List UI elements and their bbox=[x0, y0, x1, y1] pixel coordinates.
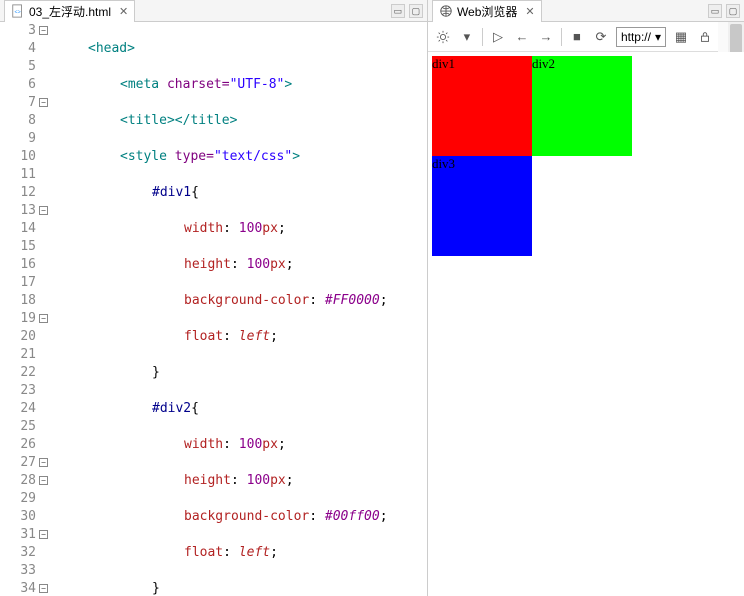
browser-tab-bar: Web浏览器 ✕ ▭ ▢ bbox=[428, 0, 744, 22]
fold-icon[interactable]: − bbox=[39, 314, 48, 323]
browser-viewport: div1 div2 div3 bbox=[428, 52, 744, 596]
grid-icon[interactable]: ▦ bbox=[672, 28, 690, 46]
line-number-gutter: 3− 4 5 6 7− 8 9 10 11 12 13− 14 15 16 17… bbox=[0, 22, 40, 596]
editor-pane: <> 03_左浮动.html ✕ ▭ ▢ 3− 4 5 6 7− 8 9 10 … bbox=[0, 0, 428, 596]
gear-icon[interactable] bbox=[434, 28, 452, 46]
editor-tab-bar: <> 03_左浮动.html ✕ ▭ ▢ bbox=[0, 0, 427, 22]
minimize-icon[interactable]: ▭ bbox=[708, 4, 722, 18]
back-icon[interactable]: ← bbox=[513, 28, 531, 46]
minimize-icon[interactable]: ▭ bbox=[391, 4, 405, 18]
fold-icon[interactable]: − bbox=[39, 530, 48, 539]
fold-icon[interactable]: − bbox=[39, 98, 48, 107]
url-protocol-select[interactable]: http:// ▾ bbox=[616, 27, 666, 47]
browser-tab[interactable]: Web浏览器 ✕ bbox=[432, 0, 542, 22]
fold-icon[interactable]: − bbox=[39, 26, 48, 35]
refresh-icon[interactable]: ⟳ bbox=[592, 28, 610, 46]
chevron-down-icon[interactable]: ▾ bbox=[458, 28, 476, 46]
globe-icon bbox=[439, 4, 453, 18]
html-file-icon: <> bbox=[11, 4, 25, 18]
editor-tab-label: 03_左浮动.html bbox=[29, 3, 111, 20]
preview-div2: div2 bbox=[532, 56, 632, 156]
svg-text:<>: <> bbox=[15, 10, 21, 16]
fold-icon[interactable]: − bbox=[39, 458, 48, 467]
code-content[interactable]: <head> <meta charset="UTF-8"> <title></t… bbox=[56, 22, 427, 596]
browser-toolbar: ▾ ▷ ← → ■ ⟳ http:// ▾ ▦ → bbox=[428, 22, 744, 52]
browser-pane: Web浏览器 ✕ ▭ ▢ ▾ ▷ ← → ■ ⟳ http:// ▾ ▦ → bbox=[428, 0, 744, 596]
preview-div1: div1 bbox=[432, 56, 532, 156]
lock-icon[interactable] bbox=[696, 28, 714, 46]
forward-icon[interactable]: → bbox=[537, 28, 555, 46]
browser-tab-label: Web浏览器 bbox=[457, 3, 517, 20]
fold-icon[interactable]: − bbox=[39, 476, 48, 485]
close-icon[interactable]: ✕ bbox=[119, 5, 128, 18]
maximize-icon[interactable]: ▢ bbox=[726, 4, 740, 18]
fold-icon[interactable]: − bbox=[39, 584, 48, 593]
preview-div3: div3 bbox=[432, 156, 532, 256]
editor-tab[interactable]: <> 03_左浮动.html ✕ bbox=[4, 0, 135, 22]
open-url-icon[interactable]: ▷ bbox=[489, 28, 507, 46]
stop-icon[interactable]: ■ bbox=[568, 28, 586, 46]
url-scheme-label: http:// bbox=[621, 30, 651, 44]
code-editor[interactable]: 3− 4 5 6 7− 8 9 10 11 12 13− 14 15 16 17… bbox=[0, 22, 427, 596]
maximize-icon[interactable]: ▢ bbox=[409, 4, 423, 18]
fold-icon[interactable]: − bbox=[39, 206, 48, 215]
chevron-down-icon: ▾ bbox=[655, 30, 661, 44]
close-icon[interactable]: ✕ bbox=[525, 5, 534, 18]
